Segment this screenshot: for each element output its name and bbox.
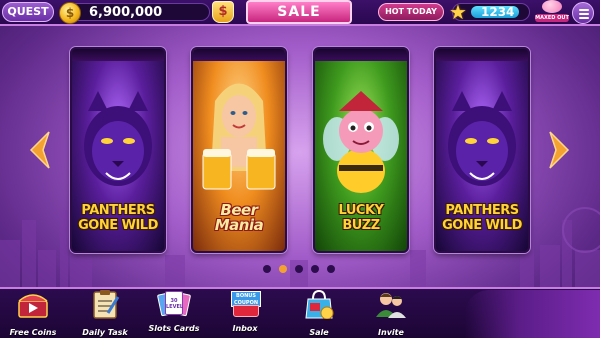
card-rim bbox=[315, 49, 407, 61]
nav-daily-task[interactable]: Daily Task bbox=[74, 289, 136, 338]
coin-balance: $ 6,900,000 bbox=[59, 2, 210, 24]
nav-label: Invite bbox=[378, 328, 404, 337]
game-card-beer-mania[interactable]: Beer Mania bbox=[191, 47, 287, 253]
page-indicator bbox=[263, 265, 341, 273]
nav-label: Daily Task bbox=[82, 328, 128, 337]
game-title: PANTHERS GONE WILD bbox=[442, 203, 522, 233]
level-points: 1234 bbox=[481, 5, 515, 19]
shopping-bag-icon bbox=[305, 289, 334, 320]
game-card-panthers-gone-wild[interactable]: PANTHERS GONE WILD bbox=[70, 47, 166, 253]
hamburger-icon-line bbox=[579, 13, 589, 15]
card-rim bbox=[193, 49, 285, 61]
nav-label: Inbox bbox=[232, 324, 258, 333]
game-card-panthers-gone-wild-2[interactable]: PANTHERS GONE WILD bbox=[434, 47, 530, 253]
game-title: Beer Mania bbox=[214, 201, 264, 234]
menu-button[interactable] bbox=[572, 2, 594, 24]
quest-button[interactable]: QUEST bbox=[2, 2, 54, 22]
coin-balance-value: 6,900,000 bbox=[89, 5, 163, 20]
nav-label: Slots Cards bbox=[148, 324, 200, 333]
panther-icon bbox=[448, 91, 516, 186]
page-dot[interactable] bbox=[279, 265, 287, 273]
game-title: LUCKY BUZZ bbox=[338, 203, 384, 233]
level-progress-bar: ★ 1234 bbox=[449, 0, 530, 24]
game-card-lucky-buzz[interactable]: LUCKY BUZZ bbox=[313, 47, 409, 253]
nav-label: Sale bbox=[309, 328, 329, 337]
card-rim bbox=[436, 49, 528, 61]
nav-free-coins[interactable]: Free Coins bbox=[2, 289, 64, 338]
star-icon: ★ bbox=[449, 0, 467, 24]
nav-sale[interactable]: Sale bbox=[288, 289, 350, 338]
page-dot[interactable] bbox=[311, 265, 319, 273]
friends-icon bbox=[376, 293, 406, 318]
card-rim bbox=[72, 49, 164, 61]
page-dot[interactable] bbox=[263, 265, 271, 273]
level-card-text: 30 LEVEL bbox=[165, 291, 183, 315]
sale-button[interactable]: SALE bbox=[246, 0, 352, 24]
bottom-bar-decoration bbox=[465, 290, 600, 338]
bee-icon bbox=[323, 91, 399, 193]
hamburger-icon bbox=[579, 9, 589, 11]
next-arrow-icon[interactable] bbox=[546, 130, 572, 170]
nav-label: Free Coins bbox=[9, 328, 57, 337]
piggy-bank-icon bbox=[542, 0, 562, 13]
clipboard-icon bbox=[93, 290, 120, 319]
page-dot[interactable] bbox=[327, 265, 335, 273]
nav-slots-cards[interactable]: 30 LEVEL Slots Cards bbox=[143, 289, 205, 338]
hot-today-button[interactable]: HOT TODAY bbox=[378, 3, 444, 21]
nav-inbox[interactable]: BONUS COUPON Inbox bbox=[214, 289, 276, 338]
beer-maiden-icon bbox=[202, 83, 276, 190]
coin-shop-icon[interactable]: $ bbox=[212, 1, 234, 23]
coin-icon: $ bbox=[59, 2, 81, 24]
page-dot[interactable] bbox=[295, 265, 303, 273]
nav-invite[interactable]: Invite bbox=[360, 289, 422, 338]
hamburger-icon-line bbox=[579, 17, 589, 19]
panther-icon bbox=[84, 91, 152, 186]
previous-arrow-icon[interactable] bbox=[27, 130, 53, 170]
piggy-bank-label: MAXED OUT bbox=[535, 14, 569, 22]
piggy-bank-button[interactable]: MAXED OUT bbox=[535, 0, 569, 24]
treasure-chest-icon bbox=[18, 294, 48, 318]
cards-icon: 30 LEVEL bbox=[156, 289, 192, 319]
game-title: PANTHERS GONE WILD bbox=[78, 203, 158, 233]
coupon-icon: BONUS COUPON bbox=[228, 289, 262, 319]
